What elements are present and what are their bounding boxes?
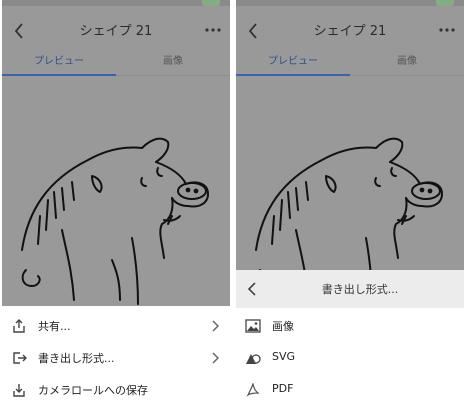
export-option-label: SVG (272, 350, 296, 363)
page-title: シェイプ 21 (79, 24, 153, 39)
sheet-title: 書き出し形式... (321, 283, 399, 296)
image-icon (245, 319, 261, 333)
export-option-label: 画像 (272, 320, 294, 333)
nav-header: シェイプ 21 (2, 6, 230, 56)
export-option-label: PDF (272, 382, 294, 395)
chevron-left-icon (248, 23, 257, 39)
menu-item-label: カメラロールへの保存 (38, 384, 148, 397)
page-title: シェイプ 21 (313, 24, 387, 39)
right-screen: シェイプ 21 プレビュー 画像 書き出し形式... 画像 SVG PDF (236, 0, 464, 411)
active-tab-indicator (236, 74, 350, 76)
menu-item-export[interactable]: 書き出し形式... (2, 342, 230, 374)
back-button[interactable] (242, 18, 264, 44)
left-screen: シェイプ 21 プレビュー 画像 共有... 書き出し形式... カメラロールへ… (2, 0, 230, 411)
export-icon (13, 352, 27, 364)
pdf-icon (246, 383, 260, 397)
svg-shapes-icon (246, 354, 261, 364)
more-horizontal-icon (205, 28, 221, 32)
chevron-right-icon (211, 352, 219, 364)
boar-drawing (21, 137, 209, 305)
tab-bar: プレビュー 画像 (2, 52, 230, 78)
nav-header: シェイプ 21 (236, 6, 464, 56)
chevron-left-icon (248, 282, 256, 296)
menu-item-label: 共有... (38, 320, 71, 333)
chevron-left-icon (14, 23, 23, 39)
menu-item-label: 書き出し形式... (38, 352, 115, 365)
tab-bar: プレビュー 画像 (236, 52, 464, 78)
export-option-image[interactable]: 画像 (236, 310, 464, 342)
chevron-right-icon (211, 320, 219, 332)
more-button[interactable] (436, 20, 458, 40)
back-button[interactable] (8, 18, 30, 44)
export-option-pdf[interactable]: PDF (236, 374, 464, 406)
sheet-header: 書き出し形式... (236, 270, 464, 309)
save-to-camera-roll-icon (13, 384, 25, 397)
export-format-sheet: 書き出し形式... 画像 SVG PDF (236, 270, 464, 411)
share-icon (13, 319, 25, 333)
menu-item-share[interactable]: 共有... (2, 310, 230, 342)
more-button[interactable] (202, 20, 224, 40)
menu-item-save-camera-roll[interactable]: カメラロールへの保存 (2, 374, 230, 406)
action-sheet: 共有... 書き出し形式... カメラロールへの保存 (2, 306, 230, 411)
export-option-svg[interactable]: SVG (236, 342, 464, 374)
active-tab-indicator (2, 74, 116, 76)
sheet-body: 画像 SVG PDF (236, 308, 464, 411)
more-horizontal-icon (439, 28, 455, 32)
sheet-back-button[interactable] (244, 279, 260, 299)
